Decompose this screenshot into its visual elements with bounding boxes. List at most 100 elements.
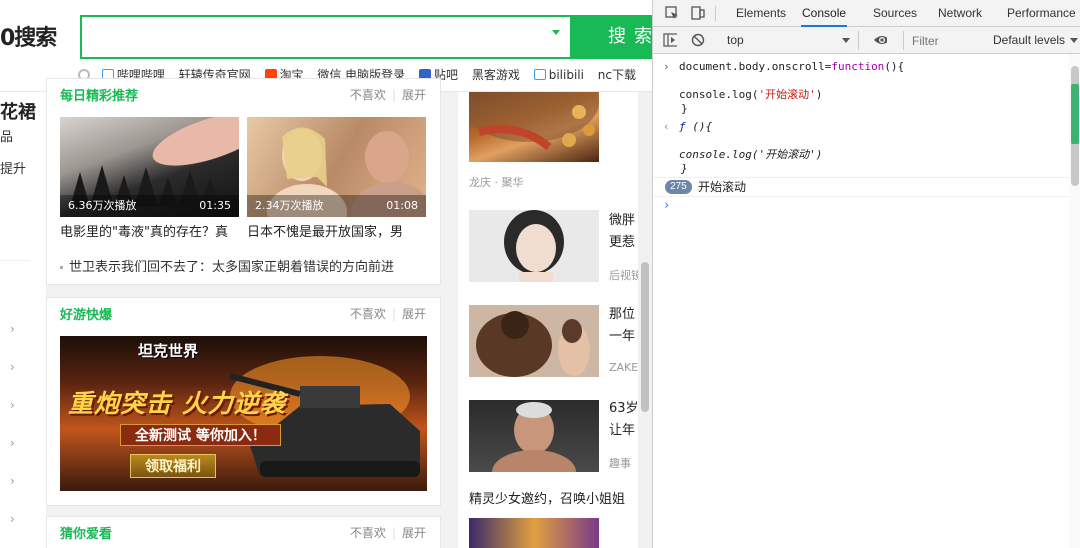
tab-console[interactable]: Console	[801, 0, 848, 27]
chevron-right-icon[interactable]: ›	[10, 474, 15, 488]
news-thumbnail[interactable]	[469, 92, 599, 162]
card-title: 好游快爆	[60, 308, 113, 323]
banner-subtitle: 全新测试 等你加入！	[120, 424, 281, 446]
chevron-right-icon[interactable]: ›	[10, 322, 15, 336]
news-caption[interactable]: 精灵少女邀约，召唤小姐姐	[469, 489, 625, 511]
tab-performance[interactable]: Performance	[1006, 0, 1077, 27]
dislike-button[interactable]: 不喜欢	[350, 88, 386, 102]
devtools-panel: Elements Console Sources Network Perform…	[652, 0, 1080, 548]
video-title[interactable]: 电影里的"毒液"真的存在？真	[60, 221, 239, 240]
guess-you-like-card: 猜你爱看 不喜欢 | 展开	[46, 516, 441, 548]
console-output[interactable]: › document.body.onscroll=function(){ con…	[653, 54, 1069, 548]
food-image	[469, 92, 599, 151]
quick-link-label: bilibili	[548, 68, 584, 82]
news-thumbnail[interactable]	[469, 400, 599, 472]
console-input-line: document.body.onscroll=function(){	[679, 60, 905, 73]
devtools-scrollbar[interactable]	[1069, 54, 1080, 548]
quick-link[interactable]: nc下载	[598, 66, 636, 83]
page-scrollbar-thumb[interactable]	[641, 262, 649, 412]
news-headline-text: 世卫表示我们回不去了：太多国家正朝着错误的方向前进	[69, 260, 395, 275]
log-levels-dropdown[interactable]: Default levels	[993, 31, 1079, 50]
tab-elements[interactable]: Elements	[735, 0, 787, 27]
quick-link[interactable]: bilibili	[533, 68, 584, 82]
log-levels-label: Default levels	[993, 33, 1066, 47]
news-thumbnail[interactable]	[469, 305, 599, 377]
repeat-count-badge: 275	[665, 180, 692, 194]
news-title-line[interactable]: 更惹	[609, 232, 635, 254]
news-thumbnail[interactable]	[469, 518, 599, 548]
console-prompt-icon[interactable]: ›	[663, 198, 670, 212]
video-duration: 01:08	[386, 199, 418, 212]
divider	[653, 196, 1069, 197]
daily-picks-card: 每日精彩推荐 不喜欢 | 展开 6.36万次播放 01:35 2.34万次播放 …	[46, 78, 441, 285]
expand-button[interactable]: 展开	[402, 307, 426, 321]
bullet-icon	[60, 266, 63, 269]
context-value: top	[727, 33, 744, 47]
video-title[interactable]: 日本不愧是最开放国家，男	[247, 221, 426, 240]
dropdown-arrow-icon[interactable]	[552, 30, 560, 35]
card-actions: 不喜欢 | 展开	[349, 526, 426, 540]
console-toolbar: top Default levels	[653, 27, 1080, 54]
quick-link[interactable]: 黑客游戏	[472, 66, 520, 83]
output-arrow-icon: ‹	[663, 120, 670, 133]
chevron-right-icon[interactable]: ›	[10, 360, 15, 374]
site-logo[interactable]: 0搜索	[0, 20, 57, 52]
divider	[715, 6, 716, 21]
left-fragment-text: 提升	[0, 162, 27, 177]
people-image	[476, 311, 590, 377]
news-headline[interactable]: 世卫表示我们回不去了：太多国家正朝着错误的方向前进	[60, 256, 394, 275]
tab-network[interactable]: Network	[937, 0, 983, 27]
left-sidebar-fragment: 花裙 品 提升 › › › › › ›	[0, 92, 46, 548]
expand-button[interactable]: 展开	[402, 526, 426, 540]
context-selector[interactable]: top	[719, 31, 859, 50]
divider	[0, 260, 30, 261]
video-meta: 6.36万次播放 01:35	[60, 195, 239, 217]
news-feed-column: 龙庆 · 聚华 微胖 更惹 后视镜 那位 一年 ZAKER 63岁 让年 趣事 …	[458, 92, 646, 548]
banner-headline: 重炮突击 火力逆袭	[68, 389, 286, 418]
video-thumbnail[interactable]: 6.36万次播放 01:35	[60, 117, 239, 217]
left-fragment-text: 品	[0, 130, 14, 145]
bilibili-tv-icon	[533, 69, 546, 80]
dislike-button[interactable]: 不喜欢	[350, 307, 386, 321]
devtools-tab-bar: Elements Console Sources Network Perform…	[653, 0, 1080, 27]
dropdown-arrow-icon	[1070, 38, 1079, 43]
dropdown-arrow-icon	[842, 38, 850, 43]
game-ad-banner[interactable]: 坦克世界 重炮突击 火力逆袭 全新测试 等你加入！ 领取福利	[60, 336, 427, 491]
search-input[interactable]	[80, 15, 572, 59]
quick-link-label: nc下载	[597, 68, 636, 82]
news-title-line[interactable]: 微胖	[609, 210, 635, 232]
news-title-line[interactable]: 一年	[609, 326, 635, 348]
chevron-right-icon[interactable]: ›	[10, 512, 15, 526]
console-result-line: }	[681, 162, 688, 175]
news-source: 龙庆 · 聚华	[469, 176, 524, 189]
video-thumbnail[interactable]: 2.34万次播放 01:08	[247, 117, 426, 217]
eye-icon[interactable]	[873, 33, 887, 47]
expand-button[interactable]: 展开	[402, 88, 426, 102]
news-title-line[interactable]: 63岁	[609, 398, 639, 420]
news-thumbnail[interactable]	[469, 210, 599, 282]
view-count: 2.34万次播放	[255, 199, 324, 212]
page-scrollbar[interactable]	[638, 92, 652, 548]
card-title: 猜你爱看	[60, 527, 113, 542]
tab-sources[interactable]: Sources	[872, 0, 918, 27]
search-button[interactable]: 搜索	[570, 15, 652, 59]
clear-console-icon[interactable]	[691, 33, 705, 47]
video-duration: 01:35	[199, 199, 231, 212]
device-toolbar-icon[interactable]	[691, 6, 705, 20]
dislike-button[interactable]: 不喜欢	[350, 526, 386, 540]
man-portrait-image	[492, 402, 576, 472]
claim-rewards-button[interactable]: 领取福利	[130, 454, 216, 478]
card-actions: 不喜欢 | 展开	[349, 88, 426, 102]
inspect-element-icon[interactable]	[665, 6, 679, 20]
scroll-marker	[1071, 84, 1079, 144]
console-result-line: console.log('开始滚动')	[679, 148, 823, 161]
console-result-line: ƒ (){	[679, 120, 713, 133]
news-title-line[interactable]: 让年	[609, 420, 635, 442]
news-source: 趣事	[609, 457, 631, 470]
chevron-right-icon[interactable]: ›	[10, 398, 15, 412]
console-filter-input[interactable]	[903, 31, 983, 50]
left-fragment-text: 花裙	[0, 102, 36, 123]
sidebar-toggle-icon[interactable]	[663, 33, 677, 47]
chevron-right-icon[interactable]: ›	[10, 436, 15, 450]
news-title-line[interactable]: 那位	[609, 304, 635, 326]
